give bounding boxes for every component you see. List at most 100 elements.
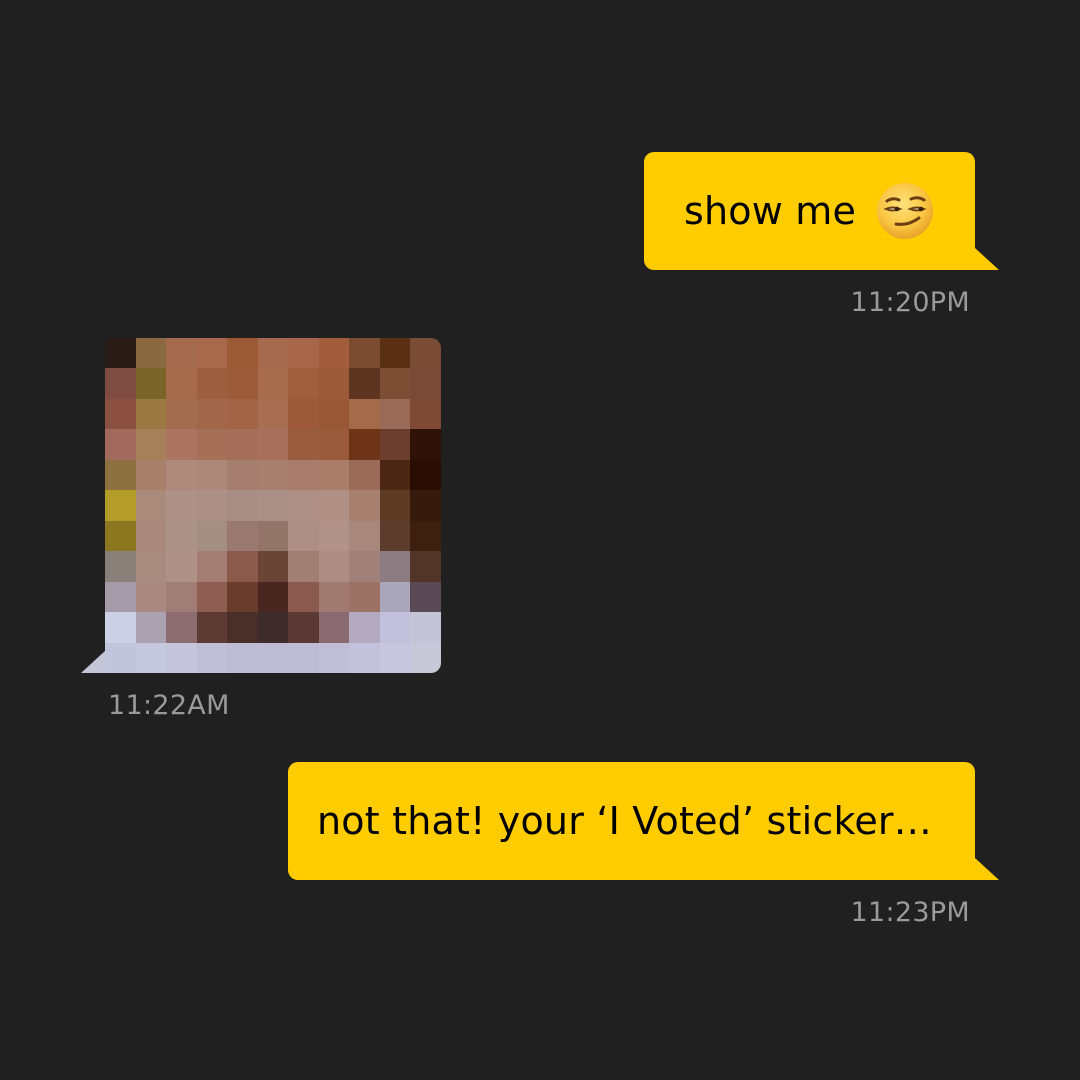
outgoing-message-bubble[interactable]: show me bbox=[644, 152, 999, 270]
photo-pixel bbox=[135, 459, 167, 491]
photo-pixel bbox=[166, 642, 197, 673]
photo-pixel bbox=[379, 612, 411, 643]
photo-pixel bbox=[379, 459, 411, 491]
photo-pixel bbox=[105, 338, 136, 369]
photo-pixel bbox=[227, 459, 258, 491]
photo-pixel bbox=[288, 490, 319, 521]
photo-pixel bbox=[257, 520, 289, 552]
photo-pixel bbox=[349, 338, 380, 369]
photo-pixel bbox=[379, 581, 411, 613]
photo-pixel bbox=[135, 520, 167, 552]
outgoing-message-bubble[interactable]: not that! your ‘I Voted’ sticker… bbox=[288, 762, 999, 880]
photo-pixel bbox=[105, 520, 136, 552]
photo-pixel bbox=[318, 368, 350, 399]
photo-pixel bbox=[349, 368, 380, 399]
photo-pixel bbox=[257, 338, 289, 369]
photo-pixel bbox=[288, 612, 319, 643]
photo-pixel bbox=[105, 490, 136, 521]
photo-pixel bbox=[318, 338, 350, 369]
photo-pixel bbox=[379, 338, 411, 369]
photo-pixel bbox=[166, 520, 197, 552]
photo-pixel bbox=[166, 551, 197, 582]
photo-pixel bbox=[379, 398, 411, 430]
photo-pixel bbox=[166, 612, 197, 643]
photo-pixel bbox=[410, 398, 441, 430]
message-timestamp: 11:22AM bbox=[108, 690, 230, 721]
bubble-tail bbox=[975, 858, 999, 880]
photo-pixel bbox=[288, 429, 319, 460]
photo-pixel bbox=[410, 338, 441, 369]
photo-pixel bbox=[288, 398, 319, 430]
photo-pixel bbox=[105, 551, 136, 582]
photo-pixel bbox=[105, 581, 136, 613]
photo-pixel bbox=[349, 612, 380, 643]
photo-pixel bbox=[318, 398, 350, 430]
photo-pixel bbox=[166, 581, 197, 613]
photo-pixel bbox=[379, 368, 411, 399]
photo-pixel bbox=[196, 338, 228, 369]
photo-pixel bbox=[288, 520, 319, 552]
photo-pixel bbox=[349, 459, 380, 491]
photo-pixel bbox=[196, 551, 228, 582]
message-text: not that! your ‘I Voted’ sticker… bbox=[317, 799, 932, 843]
photo-pixel bbox=[196, 642, 228, 673]
pixelated-photo[interactable] bbox=[105, 338, 441, 673]
photo-pixel bbox=[257, 429, 289, 460]
photo-pixel bbox=[288, 551, 319, 582]
photo-pixel bbox=[379, 551, 411, 582]
photo-pixel bbox=[379, 642, 411, 673]
photo-pixel bbox=[349, 490, 380, 521]
chat-canvas: show me 11:20PM 11:22AM not that! your ‘… bbox=[0, 0, 1080, 1080]
photo-pixel bbox=[288, 338, 319, 369]
photo-pixel bbox=[166, 429, 197, 460]
photo-pixel bbox=[227, 368, 258, 399]
photo-pixel bbox=[227, 612, 258, 643]
incoming-photo-message[interactable] bbox=[81, 338, 441, 673]
photo-pixel bbox=[410, 551, 441, 582]
photo-pixel bbox=[318, 490, 350, 521]
photo-pixel bbox=[410, 612, 441, 643]
photo-pixel bbox=[349, 551, 380, 582]
photo-pixel bbox=[349, 429, 380, 460]
photo-pixel bbox=[135, 642, 167, 673]
photo-pixel bbox=[196, 368, 228, 399]
photo-pixel bbox=[196, 520, 228, 552]
photo-pixel bbox=[379, 490, 411, 521]
photo-pixel bbox=[196, 612, 228, 643]
smirking-face-icon bbox=[876, 182, 934, 240]
photo-pixel bbox=[227, 520, 258, 552]
photo-pixel bbox=[288, 459, 319, 491]
photo-pixel bbox=[379, 520, 411, 552]
photo-pixel bbox=[318, 612, 350, 643]
photo-pixel bbox=[135, 429, 167, 460]
photo-pixel bbox=[349, 581, 380, 613]
photo-pixel bbox=[410, 642, 441, 673]
photo-pixel bbox=[288, 581, 319, 613]
photo-pixel bbox=[135, 368, 167, 399]
photo-pixel bbox=[166, 338, 197, 369]
photo-pixel bbox=[166, 459, 197, 491]
photo-pixel bbox=[227, 581, 258, 613]
photo-pixel bbox=[135, 612, 167, 643]
photo-pixel bbox=[196, 398, 228, 430]
photo-pixel bbox=[135, 581, 167, 613]
photo-pixel bbox=[105, 642, 136, 673]
photo-pixel bbox=[166, 398, 197, 430]
photo-pixel bbox=[257, 642, 289, 673]
photo-pixel bbox=[105, 368, 136, 399]
bubble-tail bbox=[975, 248, 999, 270]
photo-pixel bbox=[196, 490, 228, 521]
photo-pixel bbox=[135, 490, 167, 521]
photo-pixel bbox=[135, 338, 167, 369]
photo-pixel bbox=[105, 459, 136, 491]
photo-pixel bbox=[318, 581, 350, 613]
photo-pixel bbox=[135, 398, 167, 430]
photo-pixel bbox=[105, 612, 136, 643]
photo-pixel bbox=[257, 368, 289, 399]
photo-pixel bbox=[105, 429, 136, 460]
message-timestamp: 11:23PM bbox=[850, 897, 970, 928]
photo-pixel bbox=[227, 338, 258, 369]
photo-pixel bbox=[166, 368, 197, 399]
photo-pixel bbox=[105, 398, 136, 430]
photo-pixel bbox=[349, 520, 380, 552]
